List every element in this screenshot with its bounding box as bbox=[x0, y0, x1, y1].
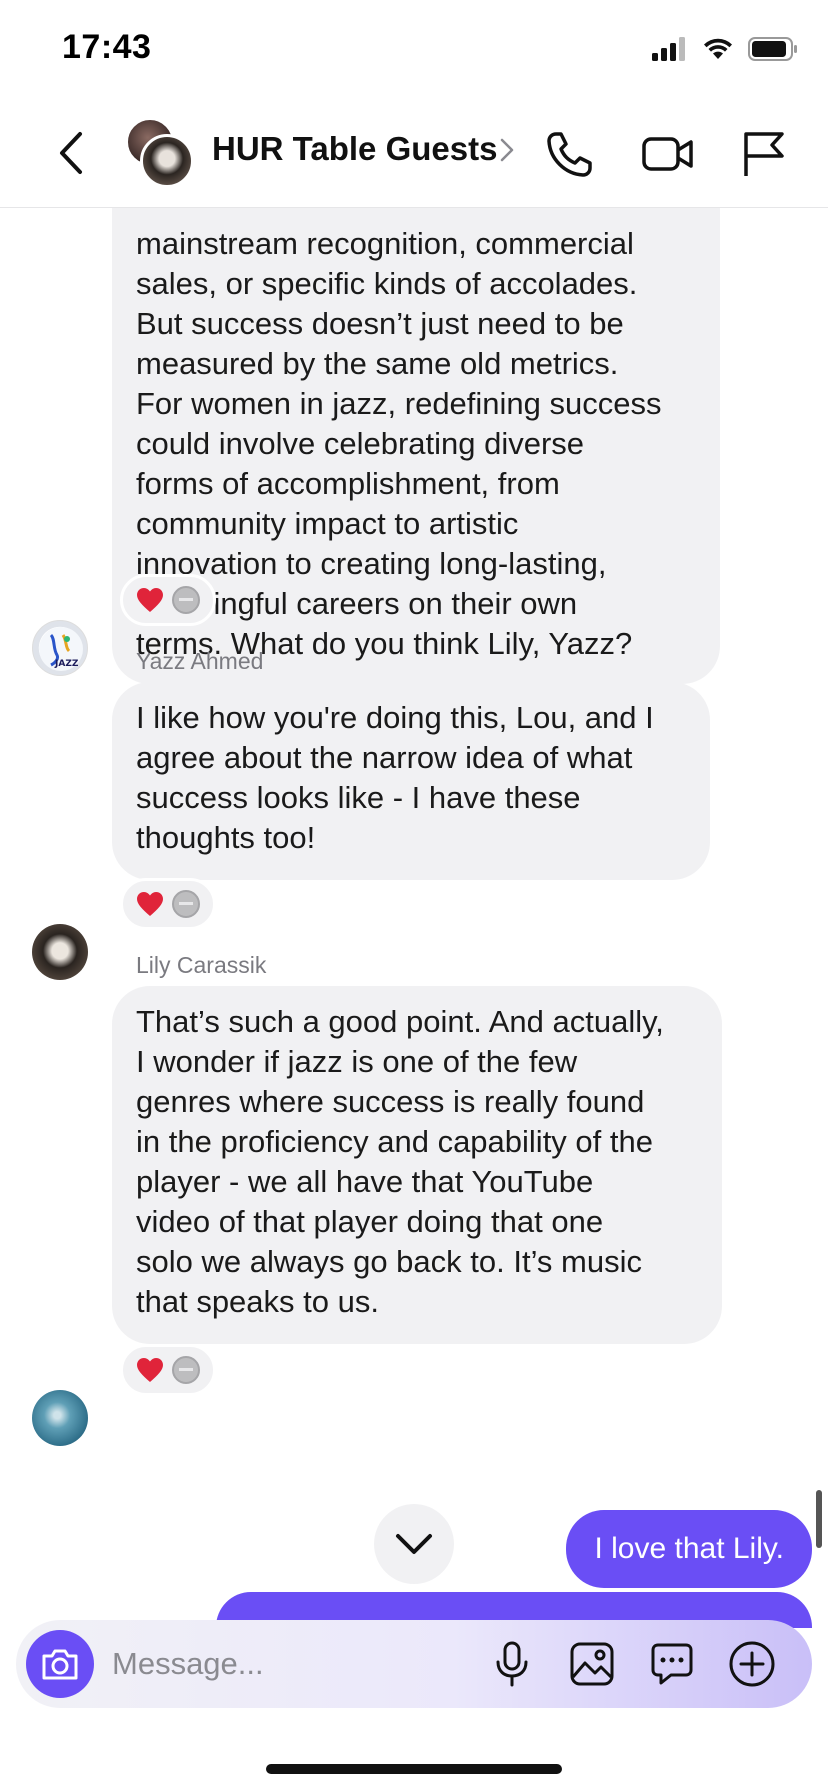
message-text: video of that player doing that one bbox=[136, 1204, 604, 1239]
message-input[interactable] bbox=[112, 1634, 472, 1694]
message-text: I like how you're doing this, Lou, and I bbox=[136, 700, 654, 735]
message-text: agree about the narrow idea of what bbox=[136, 740, 633, 775]
camera-button[interactable] bbox=[26, 1630, 94, 1698]
add-reaction-icon[interactable] bbox=[172, 586, 200, 614]
gallery-button[interactable] bbox=[564, 1636, 620, 1692]
video-call-icon[interactable] bbox=[640, 126, 696, 182]
camera-icon bbox=[42, 1649, 78, 1680]
flag-icon[interactable] bbox=[736, 126, 792, 182]
add-reaction-icon[interactable] bbox=[172, 890, 200, 918]
message-text: meaningful careers on their own bbox=[136, 586, 578, 621]
message-bubble[interactable]: That’s such a good point. And actually, … bbox=[112, 986, 722, 1344]
message-text: For women in jazz, redefining success bbox=[136, 386, 662, 421]
message-text: success looks like - I have these bbox=[136, 780, 581, 815]
reactions-bar[interactable] bbox=[120, 878, 216, 930]
heart-icon bbox=[137, 588, 163, 612]
microphone-button[interactable] bbox=[484, 1636, 540, 1692]
reactions-bar[interactable] bbox=[120, 574, 216, 626]
status-bar: 17:43 bbox=[0, 0, 828, 100]
quick-reply-button[interactable] bbox=[644, 1636, 700, 1692]
group-avatar[interactable] bbox=[126, 118, 196, 188]
chat-header: HUR Table Guests bbox=[0, 100, 828, 208]
status-icons bbox=[652, 34, 798, 64]
sender-avatar-jazz-logo[interactable]: JAZZ bbox=[32, 620, 88, 676]
message-text: solo we always go back to. It’s music bbox=[136, 1244, 642, 1279]
message-text: community impact to artistic bbox=[136, 506, 519, 541]
battery-icon bbox=[748, 37, 797, 61]
back-button[interactable] bbox=[52, 128, 92, 178]
sender-avatar-yazz[interactable] bbox=[32, 924, 88, 980]
message-text: in the proficiency and capability of the bbox=[136, 1124, 653, 1159]
message-text: mainstream recognition, commercial bbox=[136, 226, 634, 261]
message-text: innovation to creating long-lasting, bbox=[136, 546, 607, 581]
message-list[interactable]: mainstream recognition, commercial sales… bbox=[0, 208, 828, 1628]
message-text: sales, or specific kinds of accolades. bbox=[136, 266, 638, 301]
outgoing-message-bubble[interactable]: I love that Lily. bbox=[566, 1510, 812, 1588]
scroll-to-bottom-button[interactable] bbox=[374, 1504, 454, 1584]
heart-icon bbox=[137, 1358, 163, 1382]
scrollbar[interactable] bbox=[816, 1490, 822, 1548]
chat-screen: 17:43 HUR Table Guests mainstream recogn… bbox=[0, 0, 828, 1792]
add-attachment-button[interactable] bbox=[724, 1636, 780, 1692]
plus-circle-icon bbox=[729, 1641, 775, 1687]
cellular-signal-icon bbox=[652, 37, 685, 61]
image-icon bbox=[570, 1642, 614, 1686]
chat-bubble-icon bbox=[651, 1643, 693, 1685]
message-text: I wonder if jazz is one of the few bbox=[136, 1044, 578, 1079]
message-text: player - we all have that YouTube bbox=[136, 1164, 594, 1199]
svg-text:JAZZ: JAZZ bbox=[54, 659, 79, 669]
message-text: forms of accomplishment, from bbox=[136, 466, 560, 501]
sender-avatar-lily[interactable] bbox=[32, 1390, 88, 1446]
message-text: genres where success is really found bbox=[136, 1084, 645, 1119]
microphone-icon bbox=[496, 1641, 528, 1687]
message-text: But success doesn’t just need to be bbox=[136, 306, 624, 341]
message-bubble[interactable]: I like how you're doing this, Lou, and I… bbox=[112, 682, 710, 880]
heart-icon bbox=[137, 892, 163, 916]
member-avatar bbox=[140, 134, 194, 188]
chat-title[interactable]: HUR Table Guests bbox=[212, 130, 497, 168]
message-composer bbox=[16, 1620, 812, 1708]
jazz-logo-icon: JAZZ bbox=[39, 627, 83, 671]
chevron-left-icon bbox=[60, 132, 82, 174]
add-reaction-icon[interactable] bbox=[172, 1356, 200, 1384]
message-text: measured by the same old metrics. bbox=[136, 346, 619, 381]
chevron-right-icon[interactable] bbox=[500, 138, 514, 162]
message-text: That’s such a good point. And actually, bbox=[136, 1004, 664, 1039]
phone-icon[interactable] bbox=[542, 126, 598, 182]
sender-name: Lily Carassik bbox=[136, 952, 267, 978]
sender-name: Yazz Ahmed bbox=[136, 648, 264, 674]
message-text: could involve celebrating diverse bbox=[136, 426, 585, 461]
home-indicator bbox=[266, 1764, 562, 1774]
wifi-icon bbox=[704, 38, 732, 59]
status-time: 17:43 bbox=[62, 28, 152, 66]
chevron-down-icon bbox=[396, 1534, 432, 1554]
message-text: that speaks to us. bbox=[136, 1284, 379, 1319]
reactions-bar[interactable] bbox=[120, 1344, 216, 1396]
message-text: thoughts too! bbox=[136, 820, 316, 855]
